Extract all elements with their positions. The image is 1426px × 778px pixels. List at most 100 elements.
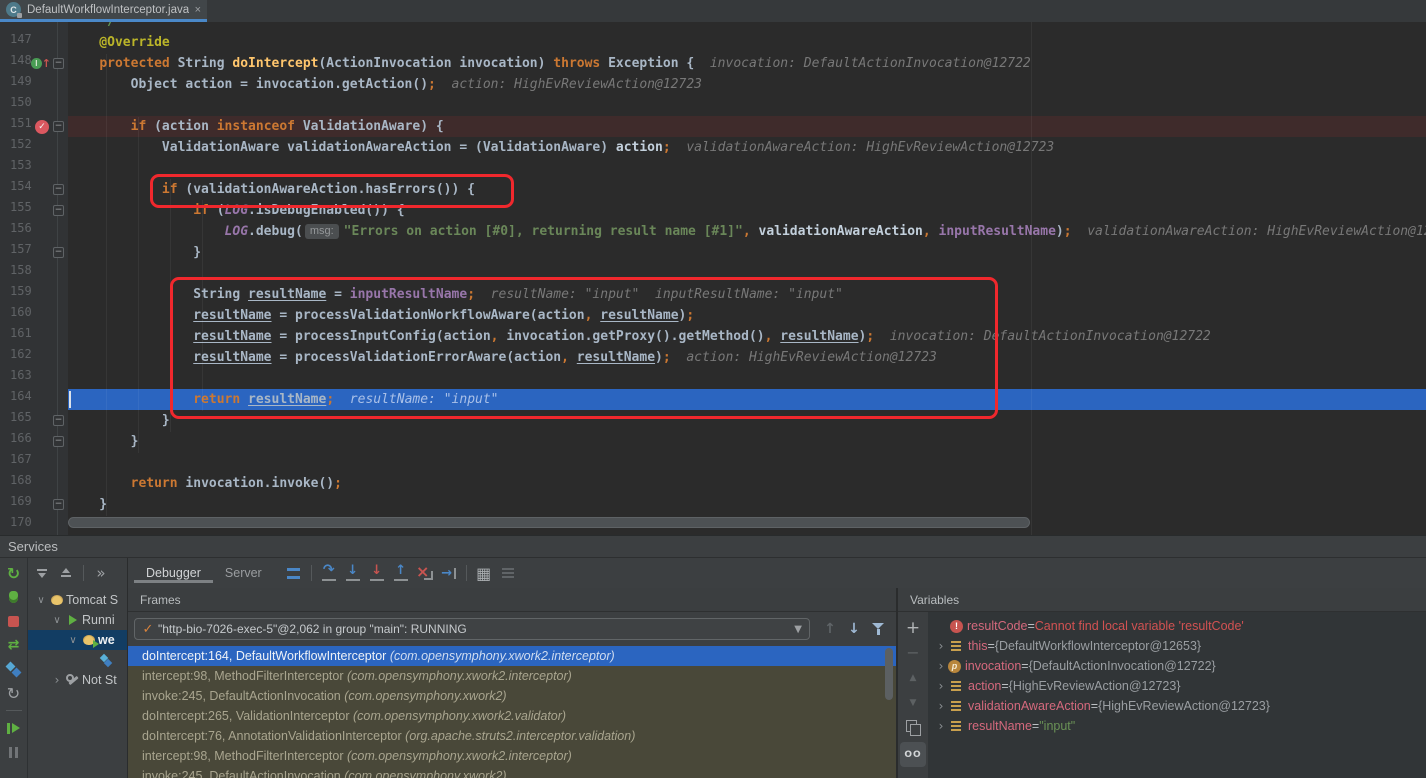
fold-marker-icon[interactable]	[53, 415, 64, 426]
code-line-content[interactable]	[68, 158, 1426, 179]
code-line-content[interactable]: }	[68, 431, 1426, 452]
code-line-content[interactable]: protected String doIntercept(ActionInvoc…	[68, 53, 1426, 74]
fold-marker-icon[interactable]	[53, 184, 64, 195]
force-step-into-icon[interactable]	[365, 561, 389, 585]
code-line-content[interactable]: resultName = processValidationErrorAware…	[68, 347, 1426, 368]
drop-frame-icon[interactable]	[413, 561, 437, 585]
code-line-content[interactable]: }	[68, 242, 1426, 263]
add-watch-icon[interactable]	[901, 615, 925, 640]
chevron-right-icon[interactable]	[934, 699, 948, 713]
fold-marker-icon[interactable]	[53, 205, 64, 216]
code-line-content[interactable]: if (LOG.isDebugEnabled()) {	[68, 200, 1426, 221]
resume-icon[interactable]	[2, 716, 26, 740]
code-line-content[interactable]: Object action = invocation.getAction(); …	[68, 74, 1426, 95]
hot-swap-diamonds-icon[interactable]	[2, 657, 26, 681]
chevron-right-icon[interactable]	[934, 679, 948, 693]
chevron-down-icon[interactable]	[50, 615, 64, 626]
tree-item-not-started[interactable]: Not St	[28, 670, 127, 690]
code-line-content[interactable]: String resultName = inputResultName; res…	[68, 284, 1426, 305]
frame-row[interactable]: invoke:245, DefaultActionInvocation (com…	[128, 686, 896, 706]
dropdown-caret-icon[interactable]: ▼	[794, 624, 802, 635]
variable-row[interactable]: this = {DefaultWorkflowInterceptor@12653…	[928, 636, 1426, 656]
tree-item-tomcat-server[interactable]: Tomcat S	[28, 590, 127, 610]
frame-row[interactable]: invoke:245, DefaultActionInvocation (com…	[128, 766, 896, 778]
stop-icon[interactable]	[2, 609, 26, 633]
debug-icon[interactable]	[2, 585, 26, 609]
frame-row[interactable]: doIntercept:265, ValidationInterceptor (…	[128, 706, 896, 726]
show-watches-icon[interactable]	[900, 742, 926, 767]
code-line-content[interactable]: @Override	[68, 32, 1426, 53]
more-icon[interactable]	[89, 561, 113, 585]
tab-debugger[interactable]: Debugger	[134, 566, 213, 583]
chevron-down-icon[interactable]	[34, 595, 48, 606]
fold-marker-icon[interactable]	[53, 436, 64, 447]
tree-item-running[interactable]: Runni	[28, 610, 127, 630]
frame-row[interactable]: intercept:98, MethodFilterInterceptor (c…	[128, 746, 896, 766]
expand-all-icon[interactable]	[30, 561, 54, 585]
overrides-method-icon[interactable]	[31, 56, 51, 71]
show-execution-point-icon[interactable]	[282, 561, 306, 585]
fold-marker-icon[interactable]	[53, 121, 64, 132]
chevron-right-icon[interactable]	[50, 673, 64, 687]
code-line-content[interactable]: LOG.debug(msg:"Errors on action [#0], re…	[68, 221, 1426, 242]
code-line-content[interactable]: return invocation.invoke();	[68, 473, 1426, 494]
tree-item-webapp[interactable]: we	[28, 630, 127, 650]
code-line-content[interactable]	[68, 263, 1426, 284]
code-editor[interactable]: 146 */147 @Override148 protected String …	[0, 0, 1426, 535]
code-line-content[interactable]	[68, 368, 1426, 389]
remove-watch-icon[interactable]	[901, 640, 925, 665]
variable-row[interactable]: action = {HighEvReviewAction@12723}	[928, 676, 1426, 696]
update-application-icon[interactable]	[2, 633, 26, 657]
code-line-content[interactable]	[68, 452, 1426, 473]
step-over-icon[interactable]	[317, 561, 341, 585]
tree-item-artifact[interactable]	[28, 650, 127, 670]
services-titlebar[interactable]: Services	[0, 536, 1426, 558]
chevron-down-icon[interactable]	[66, 635, 80, 646]
variable-row[interactable]: resultCode = Cannot find local variable …	[928, 616, 1426, 636]
line-number: 166	[10, 431, 32, 445]
code-line-content[interactable]: }	[68, 494, 1426, 515]
collapse-all-icon[interactable]	[54, 561, 78, 585]
tab-server[interactable]: Server	[213, 566, 274, 583]
chevron-right-icon[interactable]	[934, 659, 948, 673]
code-line-content[interactable]: ValidationAware validationAwareAction = …	[68, 137, 1426, 158]
navigate-down-icon[interactable]	[842, 617, 866, 641]
code-line-content[interactable]: return resultName; resultName: "input"	[68, 389, 1426, 410]
duplicate-icon[interactable]	[901, 715, 925, 740]
layout-settings-icon[interactable]	[496, 561, 520, 585]
variable-row[interactable]: resultName = "input"	[928, 716, 1426, 736]
move-down-icon[interactable]	[901, 690, 925, 715]
code-line-content[interactable]: resultName = processInputConfig(action, …	[68, 326, 1426, 347]
frame-row[interactable]: doIntercept:76, AnnotationValidationInte…	[128, 726, 896, 746]
step-into-icon[interactable]	[341, 561, 365, 585]
editor-horizontal-scrollbar[interactable]	[68, 517, 1030, 528]
variable-row[interactable]: invocation = {DefaultActionInvocation@12…	[928, 656, 1426, 676]
chevron-right-icon[interactable]	[934, 639, 948, 653]
step-out-icon[interactable]	[389, 561, 413, 585]
evaluate-expression-icon[interactable]	[472, 561, 496, 585]
fold-marker-icon[interactable]	[53, 499, 64, 510]
frame-row[interactable]: intercept:98, MethodFilterInterceptor (c…	[128, 666, 896, 686]
frames-scrollbar[interactable]	[885, 648, 893, 700]
rerun-icon[interactable]	[2, 561, 26, 585]
variable-row[interactable]: validationAwareAction = {HighEvReviewAct…	[928, 696, 1426, 716]
code-line-content[interactable]: resultName = processValidationWorkflowAw…	[68, 305, 1426, 326]
pause-icon[interactable]	[2, 740, 26, 764]
fold-marker-icon[interactable]	[53, 58, 64, 69]
chevron-right-icon[interactable]	[934, 719, 948, 733]
code-line-content[interactable]: }	[68, 410, 1426, 431]
breakpoint-icon[interactable]	[35, 120, 49, 134]
thread-selector[interactable]: "http-bio-7026-exec-5"@2,062 in group "m…	[134, 618, 810, 640]
filter-icon[interactable]	[866, 617, 890, 641]
code-line-content[interactable]: if (validationAwareAction.hasErrors()) {	[68, 179, 1426, 200]
code-line-content[interactable]	[68, 95, 1426, 116]
move-up-icon[interactable]	[901, 665, 925, 690]
navigate-up-icon[interactable]	[818, 617, 842, 641]
fold-marker-icon[interactable]	[53, 247, 64, 258]
run-to-cursor-icon[interactable]	[437, 561, 461, 585]
editor-tab[interactable]: C DefaultWorkflowInterceptor.java ×	[0, 0, 207, 22]
code-line-content[interactable]: if (action instanceof ValidationAware) {	[68, 116, 1426, 137]
refresh-icon[interactable]	[2, 681, 26, 705]
tab-close-icon[interactable]: ×	[195, 4, 201, 16]
frame-row[interactable]: doIntercept:164, DefaultWorkflowIntercep…	[128, 646, 896, 666]
